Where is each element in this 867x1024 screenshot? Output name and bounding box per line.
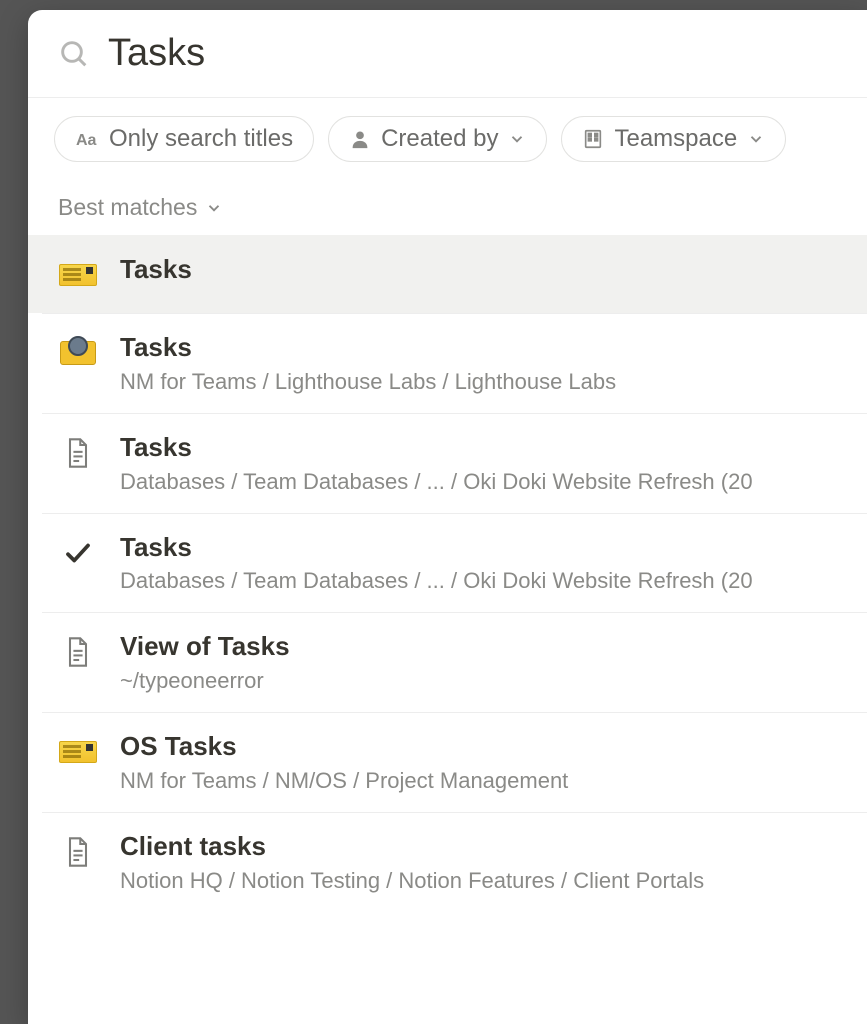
result-body: Client tasks Notion HQ / Notion Testing /… [120,830,837,894]
search-result[interactable]: Tasks [28,235,867,313]
result-body: Tasks NM for Teams / Lighthouse Labs / Li… [120,331,837,395]
search-result[interactable]: Tasks Databases / Team Databases / ... / … [28,513,867,613]
filter-label: Teamspace [614,125,737,153]
result-path: ~/typeoneerror [120,668,837,694]
checkmark-icon [63,538,93,568]
result-path: Databases / Team Databases / ... / Oki D… [120,568,837,594]
results-list: Tasks Tasks NM for Teams / Lighthouse Labs… [28,235,867,1024]
ticket-icon [59,264,97,286]
chevron-down-icon [508,130,526,148]
search-row [28,10,867,98]
result-title: View of Tasks [120,630,837,664]
search-result[interactable]: View of Tasks ~/typeoneerror [28,612,867,712]
result-body: OS Tasks NM for Teams / NM/OS / Project M… [120,730,837,794]
result-title: Tasks [120,331,837,365]
result-path: Notion HQ / Notion Testing / Notion Feat… [120,868,837,894]
result-path: Databases / Team Databases / ... / Oki D… [120,469,837,495]
result-title: Tasks [120,431,837,465]
search-modal: Aa Only search titles Created by Teamsp [28,10,867,1024]
match-case-icon: Aa [75,127,99,151]
filter-titles-only[interactable]: Aa Only search titles [54,116,314,162]
search-input[interactable] [108,32,837,75]
svg-text:Aa: Aa [76,132,97,149]
chevron-down-icon [205,199,223,217]
result-path: NM for Teams / NM/OS / Project Managemen… [120,768,837,794]
page-icon [64,636,92,668]
sort-dropdown[interactable]: Best matches [28,184,867,235]
search-result[interactable]: Tasks Databases / Team Databases / ... / … [28,413,867,513]
search-result[interactable]: Client tasks Notion HQ / Notion Testing /… [28,812,867,912]
search-icon [58,38,90,70]
filter-created-by[interactable]: Created by [328,116,547,162]
result-body: Tasks Databases / Team Databases / ... / … [120,531,837,595]
result-title: Tasks [120,531,837,565]
search-result[interactable]: OS Tasks NM for Teams / NM/OS / Project M… [28,712,867,812]
filter-label: Only search titles [109,125,293,153]
page-icon [64,836,92,868]
building-icon [582,128,604,150]
filter-label: Created by [381,125,498,153]
result-title: OS Tasks [120,730,837,764]
filters-row: Aa Only search titles Created by Teamsp [28,98,867,184]
sort-label: Best matches [58,194,197,221]
result-body: Tasks [120,253,837,287]
result-path: NM for Teams / Lighthouse Labs / Lightho… [120,369,837,395]
result-title: Client tasks [120,830,837,864]
result-title: Tasks [120,253,837,287]
ticket-icon [59,741,97,763]
search-result[interactable]: Tasks NM for Teams / Lighthouse Labs / Li… [28,313,867,413]
result-body: Tasks Databases / Team Databases / ... / … [120,431,837,495]
chevron-down-icon [747,130,765,148]
result-body: View of Tasks ~/typeoneerror [120,630,837,694]
person-icon [349,128,371,150]
page-icon [64,437,92,469]
camera-icon [60,341,96,365]
filter-teamspace[interactable]: Teamspace [561,116,786,162]
